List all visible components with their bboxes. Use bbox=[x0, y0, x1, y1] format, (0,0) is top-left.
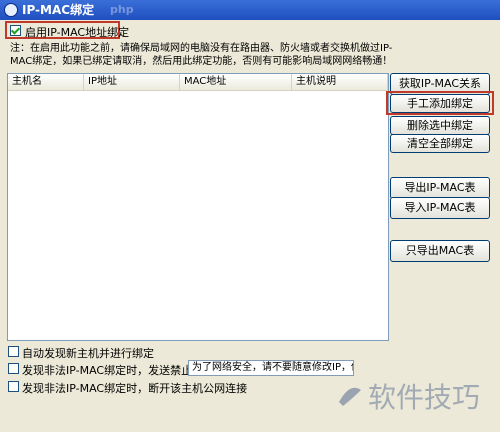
block-message-input[interactable]: 为了网络安全，请不要随意修改IP，你的 bbox=[188, 360, 354, 376]
watermark-logo-icon bbox=[339, 387, 361, 406]
column-description[interactable]: 主机说明 bbox=[292, 74, 388, 90]
manual-add-button[interactable]: 手工添加绑定 bbox=[390, 94, 490, 113]
title-watermark: php bbox=[110, 3, 134, 16]
send-block-message-checkbox[interactable] bbox=[8, 363, 19, 374]
delete-selected-button[interactable]: 删除选中绑定 bbox=[390, 116, 490, 135]
watermark-text: 软件技巧 bbox=[368, 381, 481, 414]
window-title: IP-MAC绑定 bbox=[22, 3, 95, 17]
ip-mac-binding-window: IP-MAC绑定 php 启用IP-MAC地址绑定 注：在启用此功能之前，请确保… bbox=[0, 0, 500, 432]
export-ip-mac-button[interactable]: 导出IP-MAC表 bbox=[390, 177, 490, 199]
app-icon bbox=[4, 3, 18, 17]
table-header: 主机名 IP地址 MAC地址 主机说明 bbox=[8, 74, 388, 91]
column-hostname[interactable]: 主机名 bbox=[8, 74, 84, 90]
enable-binding-label: 启用IP-MAC地址绑定 bbox=[25, 26, 130, 39]
notice-text: 注：在启用此功能之前，请确保局域网的电脑没有在路由器、防火墙或者交换机做过IP-… bbox=[10, 43, 393, 67]
auto-bind-label: 自动发现新主机并进行绑定 bbox=[22, 347, 154, 360]
column-mac[interactable]: MAC地址 bbox=[180, 74, 292, 90]
export-mac-only-button[interactable]: 只导出MAC表 bbox=[390, 240, 490, 262]
import-ip-mac-button[interactable]: 导入IP-MAC表 bbox=[390, 197, 490, 219]
binding-table[interactable]: 主机名 IP地址 MAC地址 主机说明 bbox=[7, 73, 389, 341]
auto-bind-checkbox[interactable] bbox=[8, 346, 19, 357]
clear-all-button[interactable]: 清空全部绑定 bbox=[390, 134, 490, 153]
disconnect-host-label: 发现非法IP-MAC绑定时，断开该主机公网连接 bbox=[22, 382, 248, 395]
title-bar: IP-MAC绑定 php bbox=[0, 0, 500, 20]
send-block-message-label: 发现非法IP-MAC绑定时，发送禁止消息 bbox=[22, 364, 215, 377]
enable-binding-checkbox[interactable] bbox=[10, 25, 21, 36]
column-ip[interactable]: IP地址 bbox=[84, 74, 180, 90]
disconnect-host-checkbox[interactable] bbox=[8, 381, 19, 392]
